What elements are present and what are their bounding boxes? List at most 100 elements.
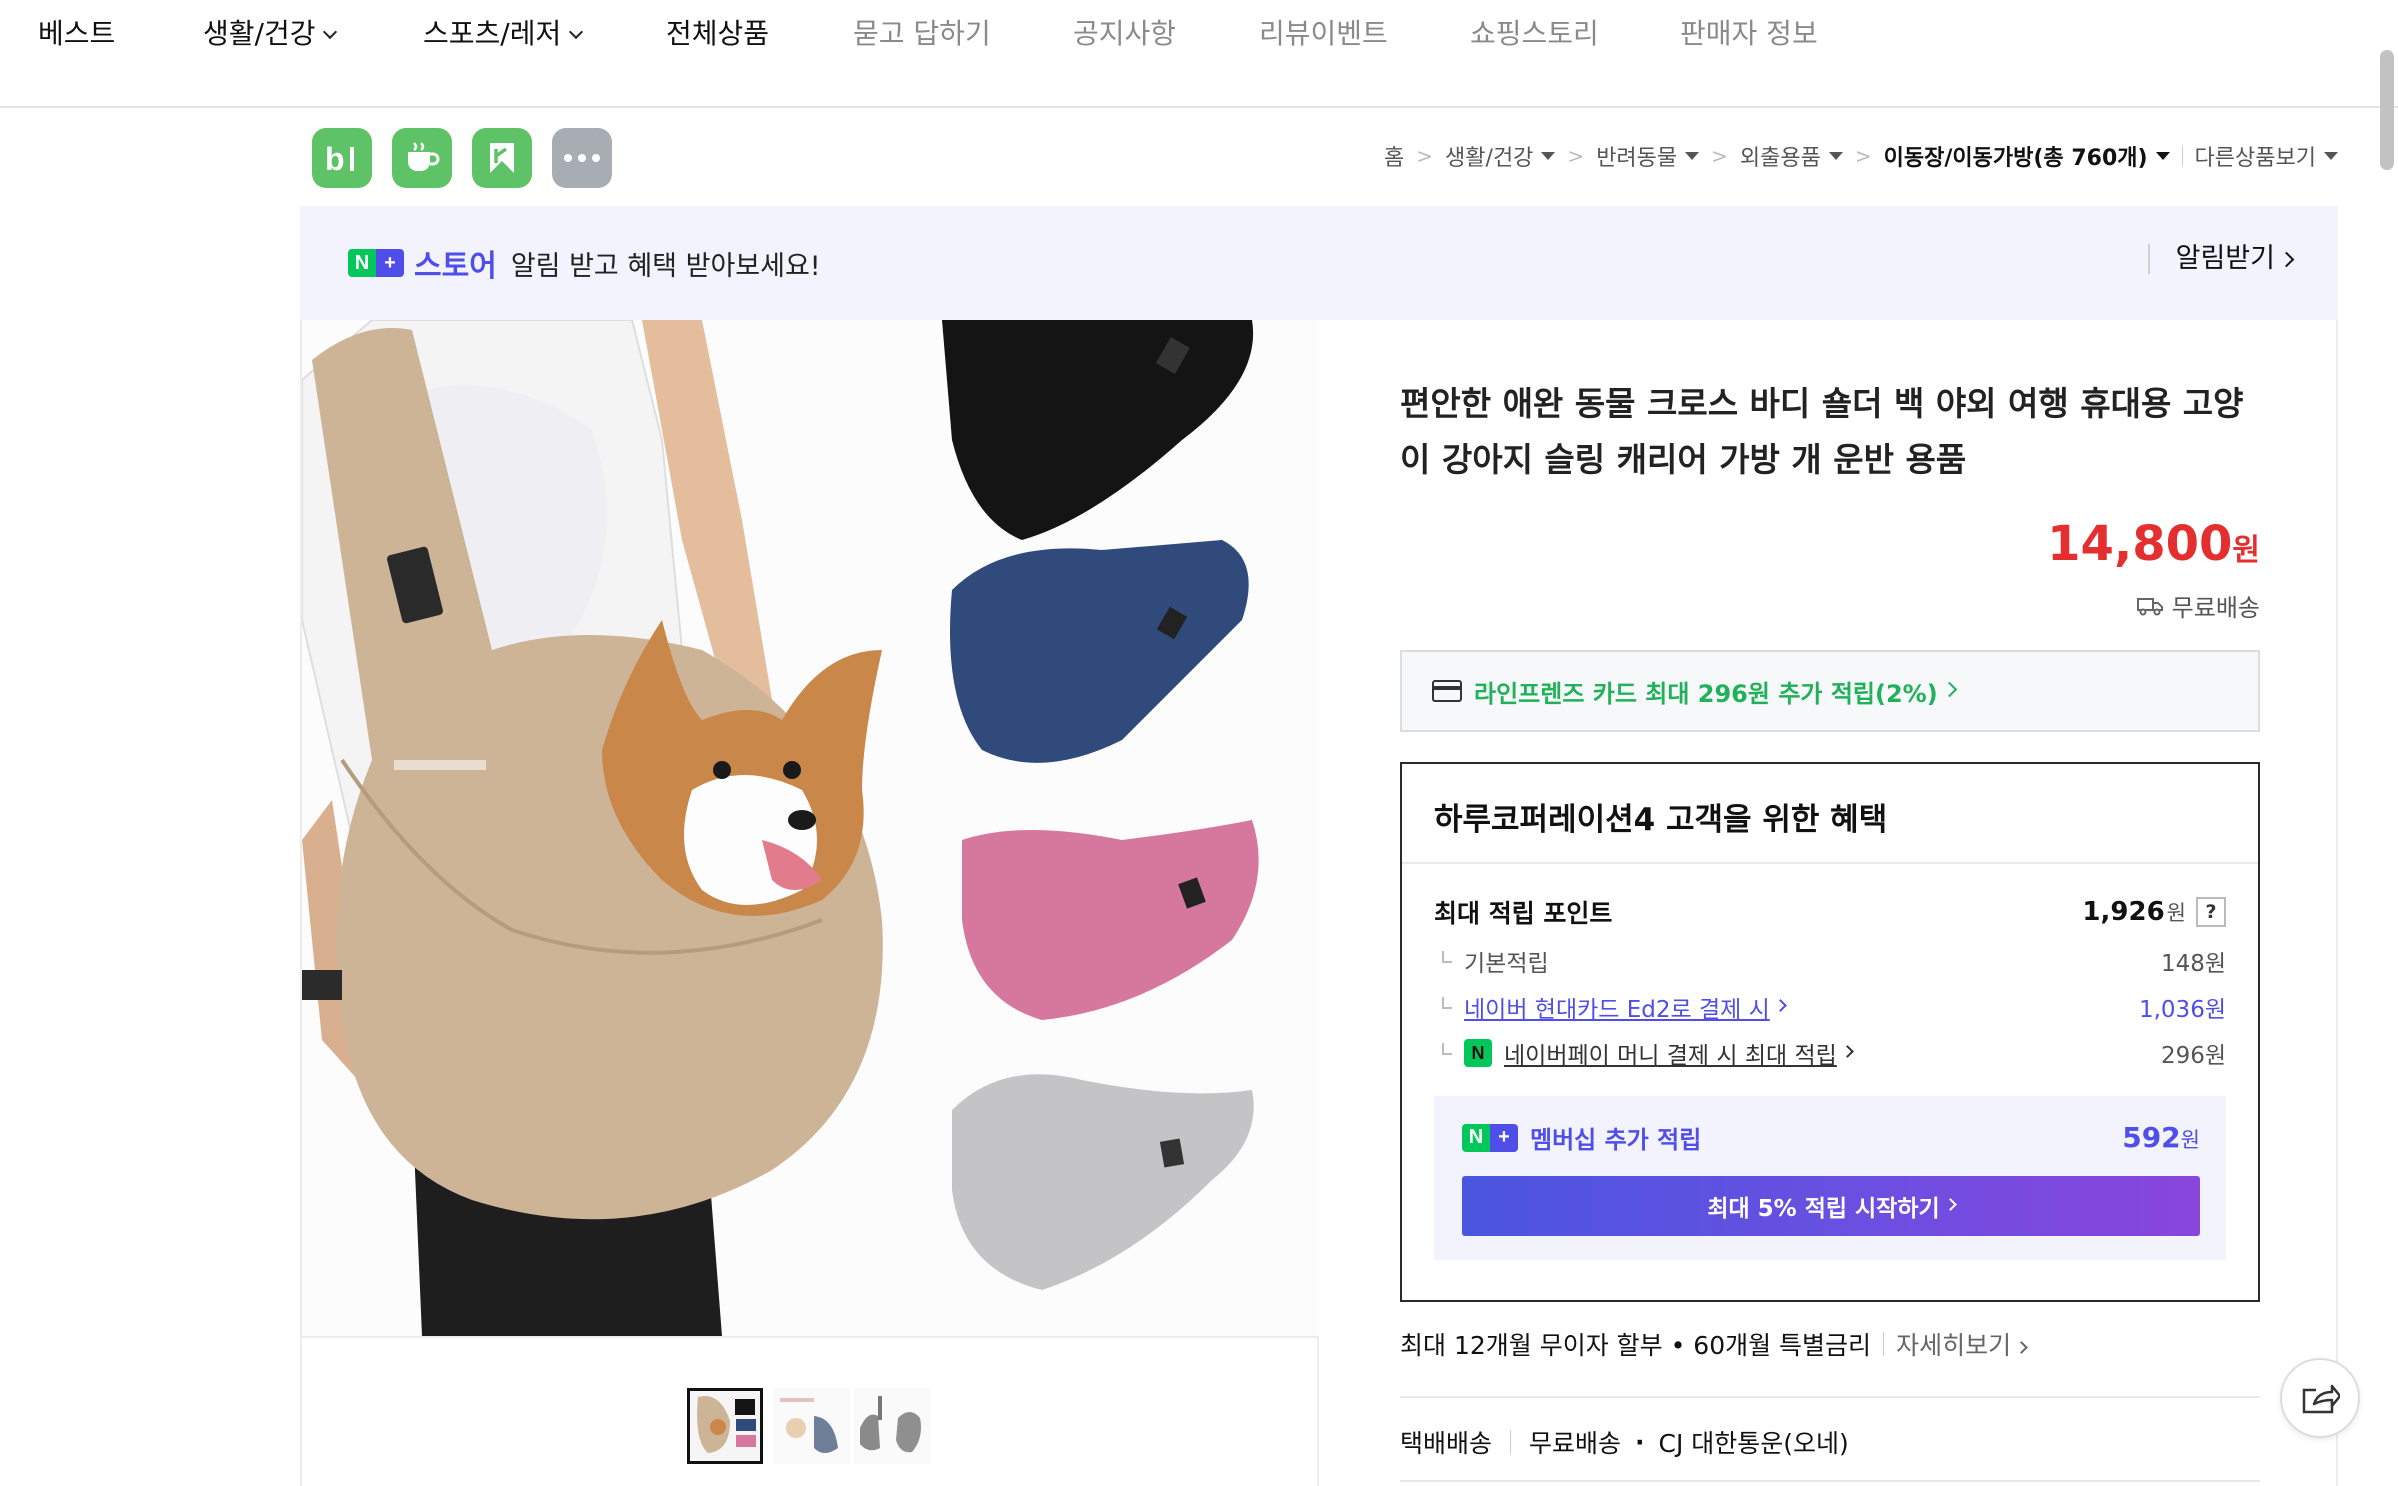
shipping-info: 무료배송: [2136, 588, 2260, 623]
nav-qna[interactable]: 묻고 답하기: [853, 16, 991, 52]
cta-label: 최대 5% 적립 시작하기: [1707, 1196, 1940, 1222]
badge-n: N: [1462, 1123, 1490, 1152]
start-points-button[interactable]: 최대 5% 적립 시작하기: [1462, 1176, 2200, 1236]
nav-seller-info[interactable]: 판매자 정보: [1680, 16, 1818, 52]
card-promo-banner[interactable]: 라인프렌즈 카드 최대 296원 추가 적립(2%): [1400, 650, 2260, 732]
truck-icon: [2136, 597, 2163, 615]
delivery-fee: 무료배송: [1529, 1429, 1622, 1458]
share-icon: [2302, 1384, 2340, 1414]
divider: [1510, 1430, 1512, 1454]
blog-icon[interactable]: b: [312, 128, 372, 188]
cafe-icon[interactable]: [392, 128, 452, 188]
max-points-row: 최대 적립 포인트 1,926 원?: [1434, 894, 2226, 930]
card-promo-text: 라인프렌즈 카드 최대 296원 추가 적립(2%): [1474, 679, 1938, 708]
benefit-box: 하루코퍼레이션4 고객을 위한 혜택 최대 적립 포인트 1,926 원? 기본적…: [1400, 762, 2260, 1302]
banner-message: 알림 받고 혜택 받아보세요!: [510, 250, 821, 282]
installment-info: 최대 12개월 무이자 할부 • 60개월 특별금리 자세히보기: [1400, 1326, 2260, 1362]
caret-down-icon: [2155, 152, 2170, 160]
tree-elbow: [1442, 1043, 1452, 1055]
breadcrumb: 홈 > 생활/건강 > 반려동물 > 외출용품 > 이동장/이동가방(총 760…: [1384, 138, 2338, 174]
nav-living-health[interactable]: 생활/건강: [203, 16, 338, 52]
npay-points-value: 296원: [2160, 1043, 2226, 1069]
scrollbar-thumb[interactable]: [2380, 50, 2394, 170]
nav-label: 쇼핑스토리: [1470, 17, 1599, 50]
more-dots: [564, 154, 600, 162]
tree-elbow: [1442, 951, 1452, 963]
breadcrumb-label: 다른상품보기: [2194, 146, 2316, 171]
naverpay-money-link[interactable]: 네이버페이 머니 결제 시 최대 적립: [1504, 1036, 1837, 1070]
breadcrumb-outing-goods[interactable]: 외출용품: [1740, 140, 1843, 172]
tree-elbow: [1442, 997, 1452, 1009]
share-button[interactable]: [2280, 1358, 2360, 1438]
badge-plus: +: [1490, 1123, 1518, 1152]
breadcrumb-home[interactable]: 홈: [1384, 140, 1404, 172]
installment-text: 최대 12개월 무이자 할부 • 60개월 특별금리: [1400, 1331, 1872, 1360]
nplus-badge: N +: [1462, 1123, 1518, 1152]
more-icon[interactable]: [552, 128, 612, 188]
product-main-image[interactable]: [302, 320, 1319, 1336]
svg-text:b: b: [325, 141, 345, 175]
breadcrumb-separator: >: [1416, 144, 1434, 168]
breadcrumb-separator: >: [1711, 144, 1728, 168]
hyundai-card-link[interactable]: 네이버 현대카드 Ed2로 결제 시: [1464, 990, 1770, 1024]
thumbnail-2[interactable]: [774, 1388, 850, 1464]
product-photo: [302, 320, 1319, 1336]
chevron-right-icon: [2015, 1341, 2028, 1354]
bookmark-glyph: [490, 143, 514, 173]
thumbnail-3[interactable]: [854, 1388, 930, 1464]
breadcrumb-current[interactable]: 이동장/이동가방(총 760개): [1884, 140, 2170, 172]
bookmark-icon[interactable]: [472, 128, 532, 188]
delivery-info: 택배배송 무료배송 · CJ 대한통운(오네): [1400, 1424, 1849, 1460]
store-notify-banner: N + 스토어 알림 받고 혜택 받아보세요! 알림받기: [300, 206, 2338, 320]
installment-details-link[interactable]: 자세히보기: [1896, 1326, 2028, 1362]
banner-content: N + 스토어 알림 받고 혜택 받아보세요!: [348, 241, 821, 285]
breadcrumb-separator: >: [1567, 144, 1585, 168]
courier-name: CJ 대한통운(오네): [1658, 1429, 1849, 1458]
credit-card-icon: [1432, 680, 1462, 702]
product-gallery: [302, 320, 1319, 1486]
separator-dot: ·: [1635, 1427, 1645, 1457]
cafe-glyph: [408, 142, 440, 171]
nav-label: 묻고 답하기: [853, 17, 991, 50]
membership-value: 592원: [2122, 1121, 2200, 1154]
breadcrumb-pets[interactable]: 반려동물: [1596, 140, 1700, 172]
breadcrumb-label: 이동장/이동가방(총 760개): [1883, 146, 2148, 171]
shipping-label: 무료배송: [2171, 594, 2260, 622]
thumbnail-image: [774, 1388, 850, 1464]
nav-all-products[interactable]: 전체상품: [666, 16, 769, 52]
benefit-title: 하루코퍼레이션4 고객을 위한 혜택: [1402, 764, 2258, 864]
nav-best[interactable]: 베스트: [38, 16, 115, 52]
help-icon[interactable]: ?: [2196, 897, 2226, 927]
points-number: 1,926: [2082, 897, 2165, 927]
chevron-down-icon: [323, 24, 338, 40]
breadcrumb-living-health[interactable]: 생활/건강: [1445, 140, 1556, 172]
nav-notice[interactable]: 공지사항: [1073, 16, 1176, 52]
blog-glyph: b: [325, 141, 354, 175]
other-products-dropdown[interactable]: 다른상품보기: [2195, 140, 2338, 172]
notify-button[interactable]: 알림받기: [2147, 244, 2295, 274]
divider: [1400, 1396, 2260, 1398]
membership-box: N + 멤버십 추가 적립 592원 최대 5% 적립 시작하기: [1434, 1096, 2226, 1260]
details-label: 자세히보기: [1896, 1331, 2012, 1360]
thumbnail-1[interactable]: [687, 1388, 763, 1464]
membership-unit: 원: [2180, 1128, 2200, 1152]
caret-down-icon: [1541, 152, 1556, 160]
price-unit: 원: [2232, 533, 2260, 568]
nplus-badge: N +: [348, 249, 404, 277]
nav-review-event[interactable]: 리뷰이벤트: [1259, 16, 1388, 52]
membership-label: 멤버십 추가 적립: [1530, 1126, 1702, 1154]
nav-label: 전체상품: [666, 17, 770, 50]
membership-number: 592: [2122, 1121, 2181, 1154]
points-unit: 원: [2166, 901, 2186, 925]
nav-shopping-story[interactable]: 쇼핑스토리: [1470, 16, 1599, 52]
nav-sports-leisure[interactable]: 스포츠/레저: [423, 16, 584, 52]
npay-points-row: N 네이버페이 머니 결제 시 최대 적립 296원: [1442, 1036, 2226, 1070]
breadcrumb-label: 반려동물: [1596, 146, 1678, 171]
thumbnail-image: [854, 1388, 930, 1464]
chevron-right-icon: [1941, 681, 1957, 697]
card-points-row: 네이버 현대카드 Ed2로 결제 시 1,036원: [1442, 990, 2226, 1024]
product-title: 편안한 애완 동물 크로스 바디 숄더 백 야외 여행 휴대용 고양이 강아지 …: [1400, 384, 2244, 479]
basic-points-row: 기본적립 148원: [1442, 944, 2226, 978]
membership-row: N + 멤버십 추가 적립 592원: [1462, 1120, 2200, 1155]
nav-label: 생활/건강: [203, 17, 316, 50]
